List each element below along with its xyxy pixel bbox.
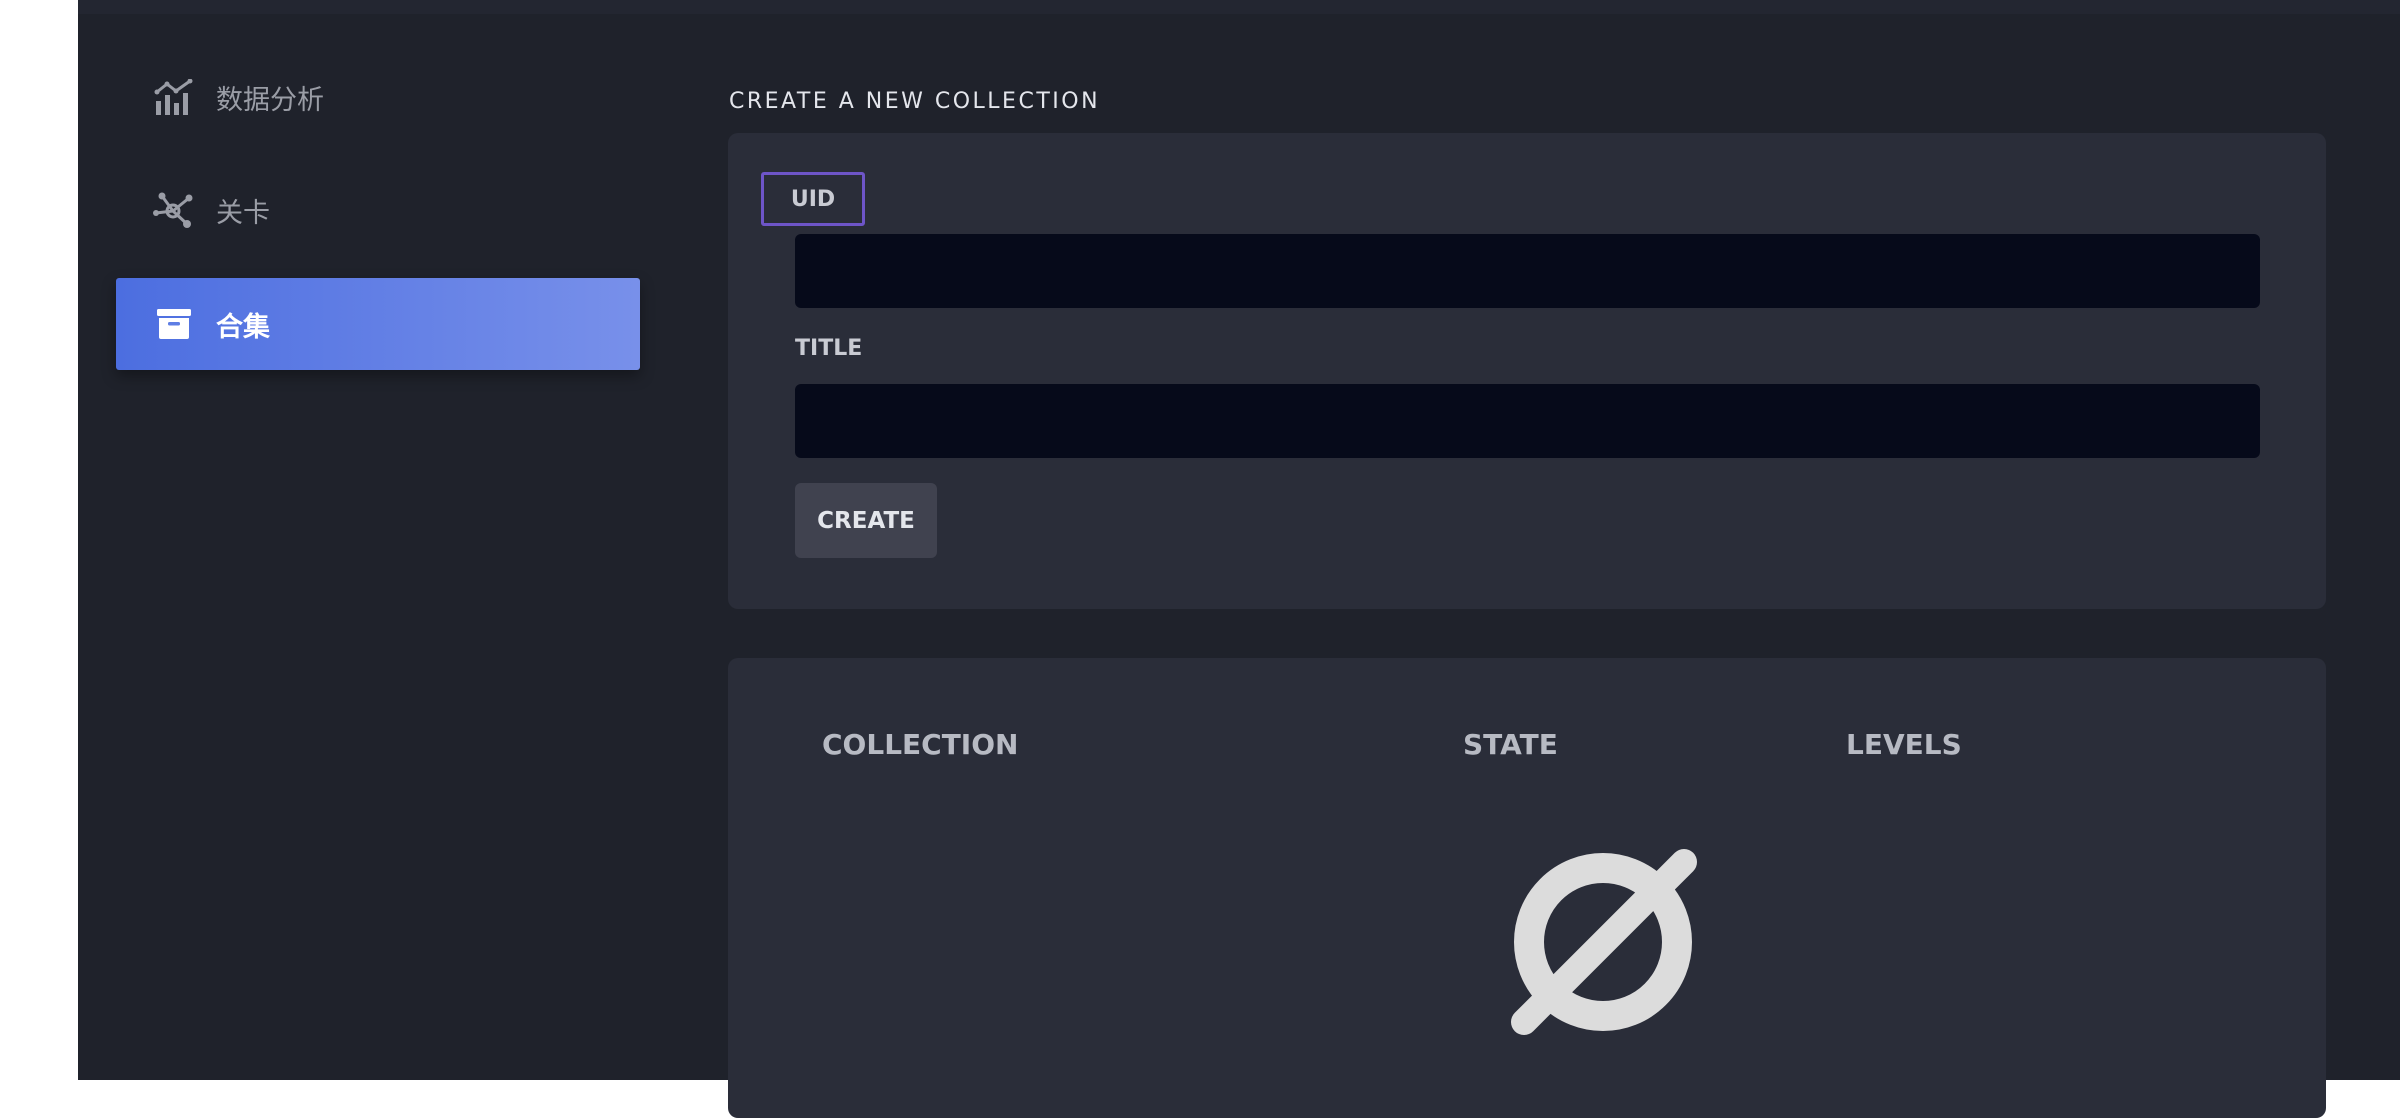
sidebar-item-levels[interactable]: 关卡 [116,164,640,256]
archive-box-icon [152,302,196,346]
nodes-network-icon [152,188,196,232]
sidebar-item-label: 数据分析 [216,84,324,116]
chart-analytics-icon [152,75,196,119]
sidebar-item-label: 关卡 [216,197,270,229]
column-header-levels: LEVELS [1846,728,1962,761]
create-button[interactable]: CREATE [795,483,937,558]
create-collection-form: UID TITLE CREATE [728,133,2326,609]
section-title: CREATE A NEW COLLECTION [729,89,1101,114]
empty-set-icon [1498,832,1698,1042]
sidebar-item-collections[interactable]: 合集 [116,278,640,370]
collections-table: COLLECTION STATE LEVELS [728,658,2326,1118]
column-header-collection: COLLECTION [822,728,1019,761]
column-header-state: STATE [1463,728,1558,761]
uid-label: UID [761,172,865,226]
uid-input[interactable] [795,234,2260,308]
app-window: 数据分析 关卡 合集 CREATE A NEW COLLECTION UID T… [78,0,2400,1118]
sidebar-item-analytics[interactable]: 数据分析 [116,51,640,143]
title-input[interactable] [795,384,2260,458]
sidebar-item-label: 合集 [216,311,270,343]
title-label: TITLE [795,336,863,361]
sidebar: 数据分析 关卡 合集 [78,0,758,1080]
